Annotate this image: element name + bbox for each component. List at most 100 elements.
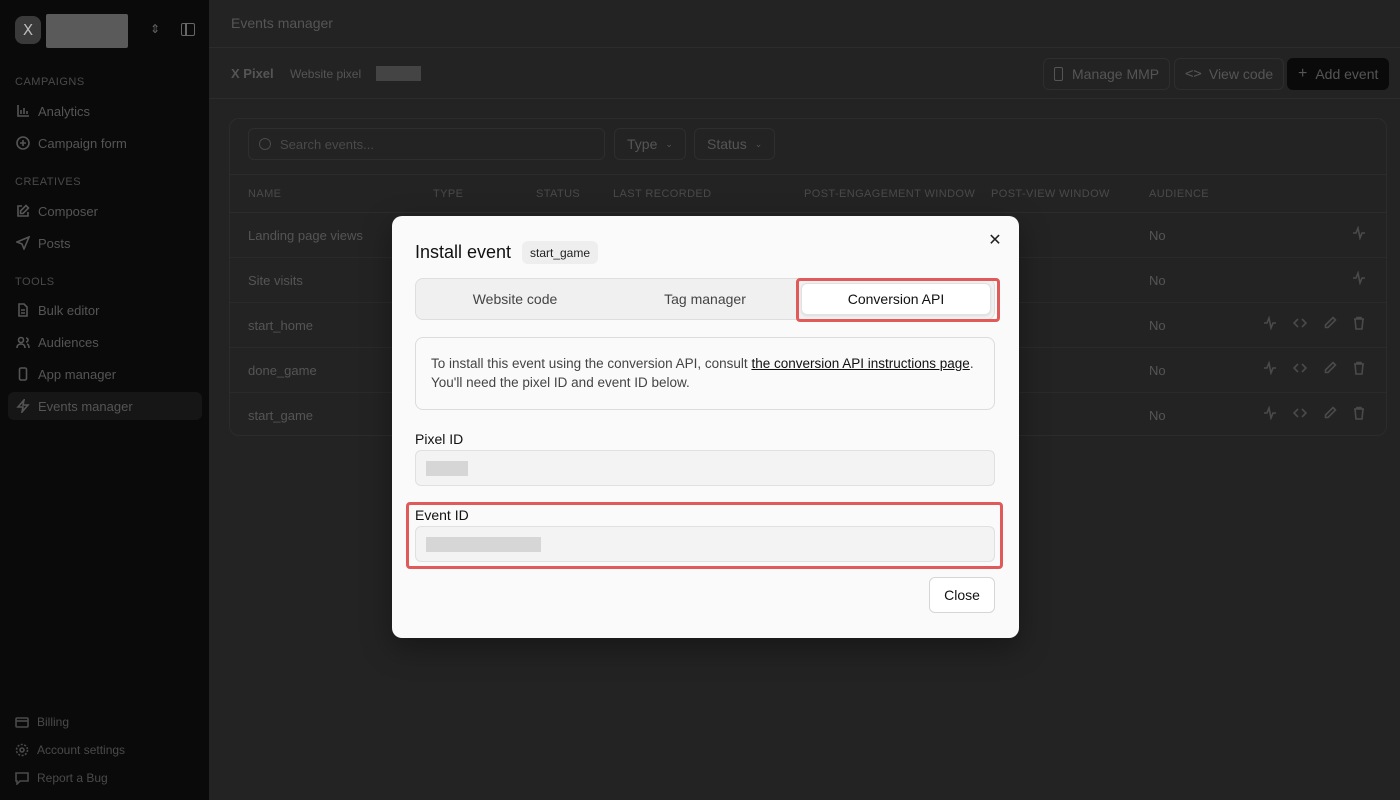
event-name: done_game [248,363,317,378]
filter-label: Status [707,136,747,152]
sidebar-item-events-manager[interactable]: Events manager [8,392,202,420]
bar-chart-icon [16,104,30,118]
activity-icon[interactable] [1263,405,1279,422]
trash-icon[interactable] [1352,316,1368,332]
event-name-badge: start_game [522,241,599,264]
sidebar-item-bulk-editor[interactable]: Bulk editor [8,296,202,324]
pencil-icon[interactable] [1323,406,1339,422]
status-filter[interactable]: Status ⌄ [694,128,776,160]
sidebar-item-label: App manager [38,366,117,382]
chevron-down-icon: ⌄ [754,138,763,149]
event-name: start_home [248,318,314,333]
account-name-redacted[interactable] [46,14,128,48]
activity-icon[interactable] [1352,225,1368,242]
sidebar-item-analytics[interactable]: Analytics [8,97,202,125]
chevron-down-icon: ⌄ [665,138,673,149]
section-label-tools: TOOLS [15,276,55,288]
pixel-bar: X Pixel Website pixel Manage MMP <> View… [209,49,1400,99]
sidebar-item-posts[interactable]: Posts [8,229,202,257]
section-label-campaigns: CAMPAIGNS [15,76,85,88]
activity-icon[interactable] [1352,270,1368,287]
button-label: View code [1208,66,1274,82]
column-header[interactable]: NAME [248,188,281,200]
activity-icon[interactable] [1263,315,1279,332]
pencil-icon[interactable] [1323,361,1339,377]
pixel-id-field[interactable] [415,450,995,486]
sidebar-item-label: Posts [38,235,71,251]
sidebar-item-label: Analytics [38,103,91,119]
users-icon [16,335,30,349]
add-event-button[interactable]: + Add event [1287,58,1390,90]
pixel-id-label: Pixel ID [415,431,464,447]
sidebar-item-label: Billing [37,715,70,729]
code-icon[interactable] [1292,406,1309,422]
column-header[interactable]: STATUS [536,188,580,200]
highlight-box [796,278,1000,322]
event-name: Landing page views [248,228,363,243]
pencil-icon[interactable] [1323,316,1339,332]
sidebar-item-label: Composer [38,203,98,219]
event-audience: No [1149,228,1166,243]
tab-website-code[interactable]: Website code [416,279,614,319]
sidebar-item-report-bug[interactable]: Report a Bug [15,771,108,785]
toggle-sidebar-icon[interactable] [181,23,195,36]
plus-circle-icon [16,136,30,150]
activity-icon[interactable] [1263,360,1279,377]
search-placeholder: Search events... [280,136,374,152]
trash-icon[interactable] [1352,406,1368,422]
code-icon[interactable] [1292,316,1309,332]
instructions-box: To install this event using the conversi… [415,337,995,410]
modal-title: Install event [415,242,512,262]
topbar: Events manager [209,0,1400,48]
section-label-creatives: CREATIVES [15,176,82,188]
column-header[interactable]: POST-VIEW WINDOW [991,188,1110,200]
gear-icon [15,743,29,757]
edit-icon [16,204,30,218]
column-header[interactable]: POST-ENGAGEMENT WINDOW [804,188,975,200]
search-input[interactable]: Search events... [248,128,605,160]
close-button[interactable]: Close [929,577,995,613]
message-icon [15,771,29,785]
column-header[interactable]: LAST RECORDED [613,188,712,200]
view-code-button[interactable]: <> View code [1174,58,1285,90]
chevron-updown-icon[interactable]: ⇕ [150,22,160,36]
sidebar-item-label: Events manager [38,398,133,414]
phone-icon [1054,67,1063,81]
filter-label: Type [627,136,658,152]
column-header[interactable]: AUDIENCE [1149,188,1209,200]
event-id-redacted [426,537,541,552]
column-header[interactable]: TYPE [433,188,463,200]
code-icon: <> [1185,66,1202,82]
page-title: Events manager [231,15,333,31]
type-filter[interactable]: Type ⌄ [614,128,686,160]
sidebar-item-campaign-form[interactable]: Campaign form [8,129,202,157]
plus-icon: + [1298,65,1308,82]
event-name: start_game [248,408,314,423]
pixel-id-redacted [426,461,468,476]
sidebar-item-composer[interactable]: Composer [8,197,202,225]
search-icon [259,138,271,150]
event-id-field[interactable] [415,526,995,562]
sidebar-item-billing[interactable]: Billing [15,715,69,729]
tab-tag-manager[interactable]: Tag manager [614,279,796,319]
send-icon [16,236,30,250]
install-event-modal: Install event start_game ✕ Website code … [392,216,1019,638]
trash-icon[interactable] [1352,361,1368,377]
sidebar-item-account-settings[interactable]: Account settings [15,743,125,757]
conversion-api-link[interactable]: the conversion API instructions page [751,356,969,371]
zap-icon [16,399,30,413]
close-icon[interactable]: ✕ [987,232,1003,248]
event-audience: No [1149,408,1166,423]
table-header: NAME TYPE STATUS LAST RECORDED POST-ENGA… [230,174,1386,213]
sidebar-item-audiences[interactable]: Audiences [8,328,202,356]
x-logo-icon[interactable]: X [15,16,41,44]
code-icon[interactable] [1292,361,1309,377]
credit-card-icon [15,715,29,729]
sidebar-item-label: Campaign form [38,135,127,151]
event-audience: No [1149,273,1166,288]
manage-mmp-button[interactable]: Manage MMP [1043,58,1171,90]
button-label: Add event [1315,66,1379,82]
event-audience: No [1149,363,1166,378]
sidebar-item-app-manager[interactable]: App manager [8,360,202,388]
sidebar: X ⇕ CAMPAIGNS Analytics Campaign form CR… [0,0,209,800]
